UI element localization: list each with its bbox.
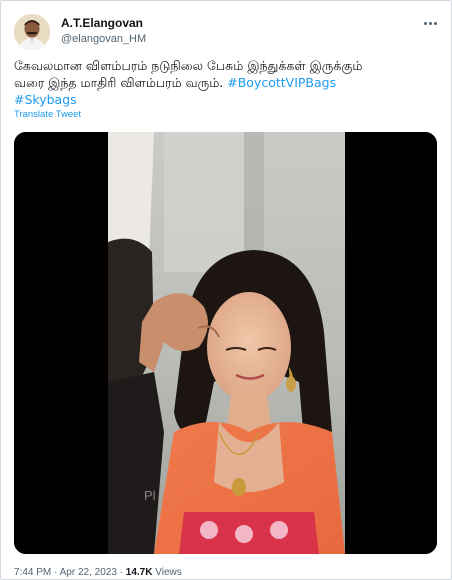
more-dot [433,21,437,25]
author-name[interactable]: A.T.Elangovan [61,16,143,30]
tweet-text-line-1: கேவலமான விளம்பரம் நடுநிலை பேசும் இந்துக்… [14,58,363,73]
translate-tweet-link[interactable]: Translate Tweet [14,109,81,120]
tweet-meta: 7:44 PM · Apr 22, 2023 · 14.7K Views [14,567,182,578]
tweet-text: கேவலமான விளம்பரம் நடுநிலை பேசும் இந்துக்… [14,57,439,108]
author-avatar[interactable] [14,14,50,50]
more-dot [428,21,432,25]
tweet-text-line-2: வரை இந்த மாதிரி விளம்பரம் வரும். #Boycot… [14,74,439,91]
author-handle[interactable]: @elangovan_HM [61,33,146,45]
tweet-time[interactable]: 7:44 PM [14,567,51,578]
tweet-text-line-2-body: வரை இந்த மாதிரி விளம்பரம் வரும். [14,75,228,90]
tweet-card: A.T.Elangovan @elangovan_HM கேவலமான விளம… [0,0,452,580]
hashtag-boycott-vip-bags[interactable]: #BoycottVIPBags [227,75,336,90]
video-content: Pl [108,132,345,554]
video-frame: Pl [14,132,437,554]
avatar-image [14,14,50,50]
tweet-date[interactable]: Apr 22, 2023 [60,567,117,578]
tweet-video[interactable]: Pl [14,132,437,554]
views-label: Views [155,567,182,578]
hashtag-skybags[interactable]: #Skybags [14,91,439,108]
meta-separator: · [54,567,58,578]
video-watermark: Pl [144,488,156,503]
more-options-button[interactable] [419,13,441,33]
meta-separator-2: · [119,567,123,578]
views-count: 14.7K [125,567,153,578]
more-horizontal-icon [423,21,427,25]
